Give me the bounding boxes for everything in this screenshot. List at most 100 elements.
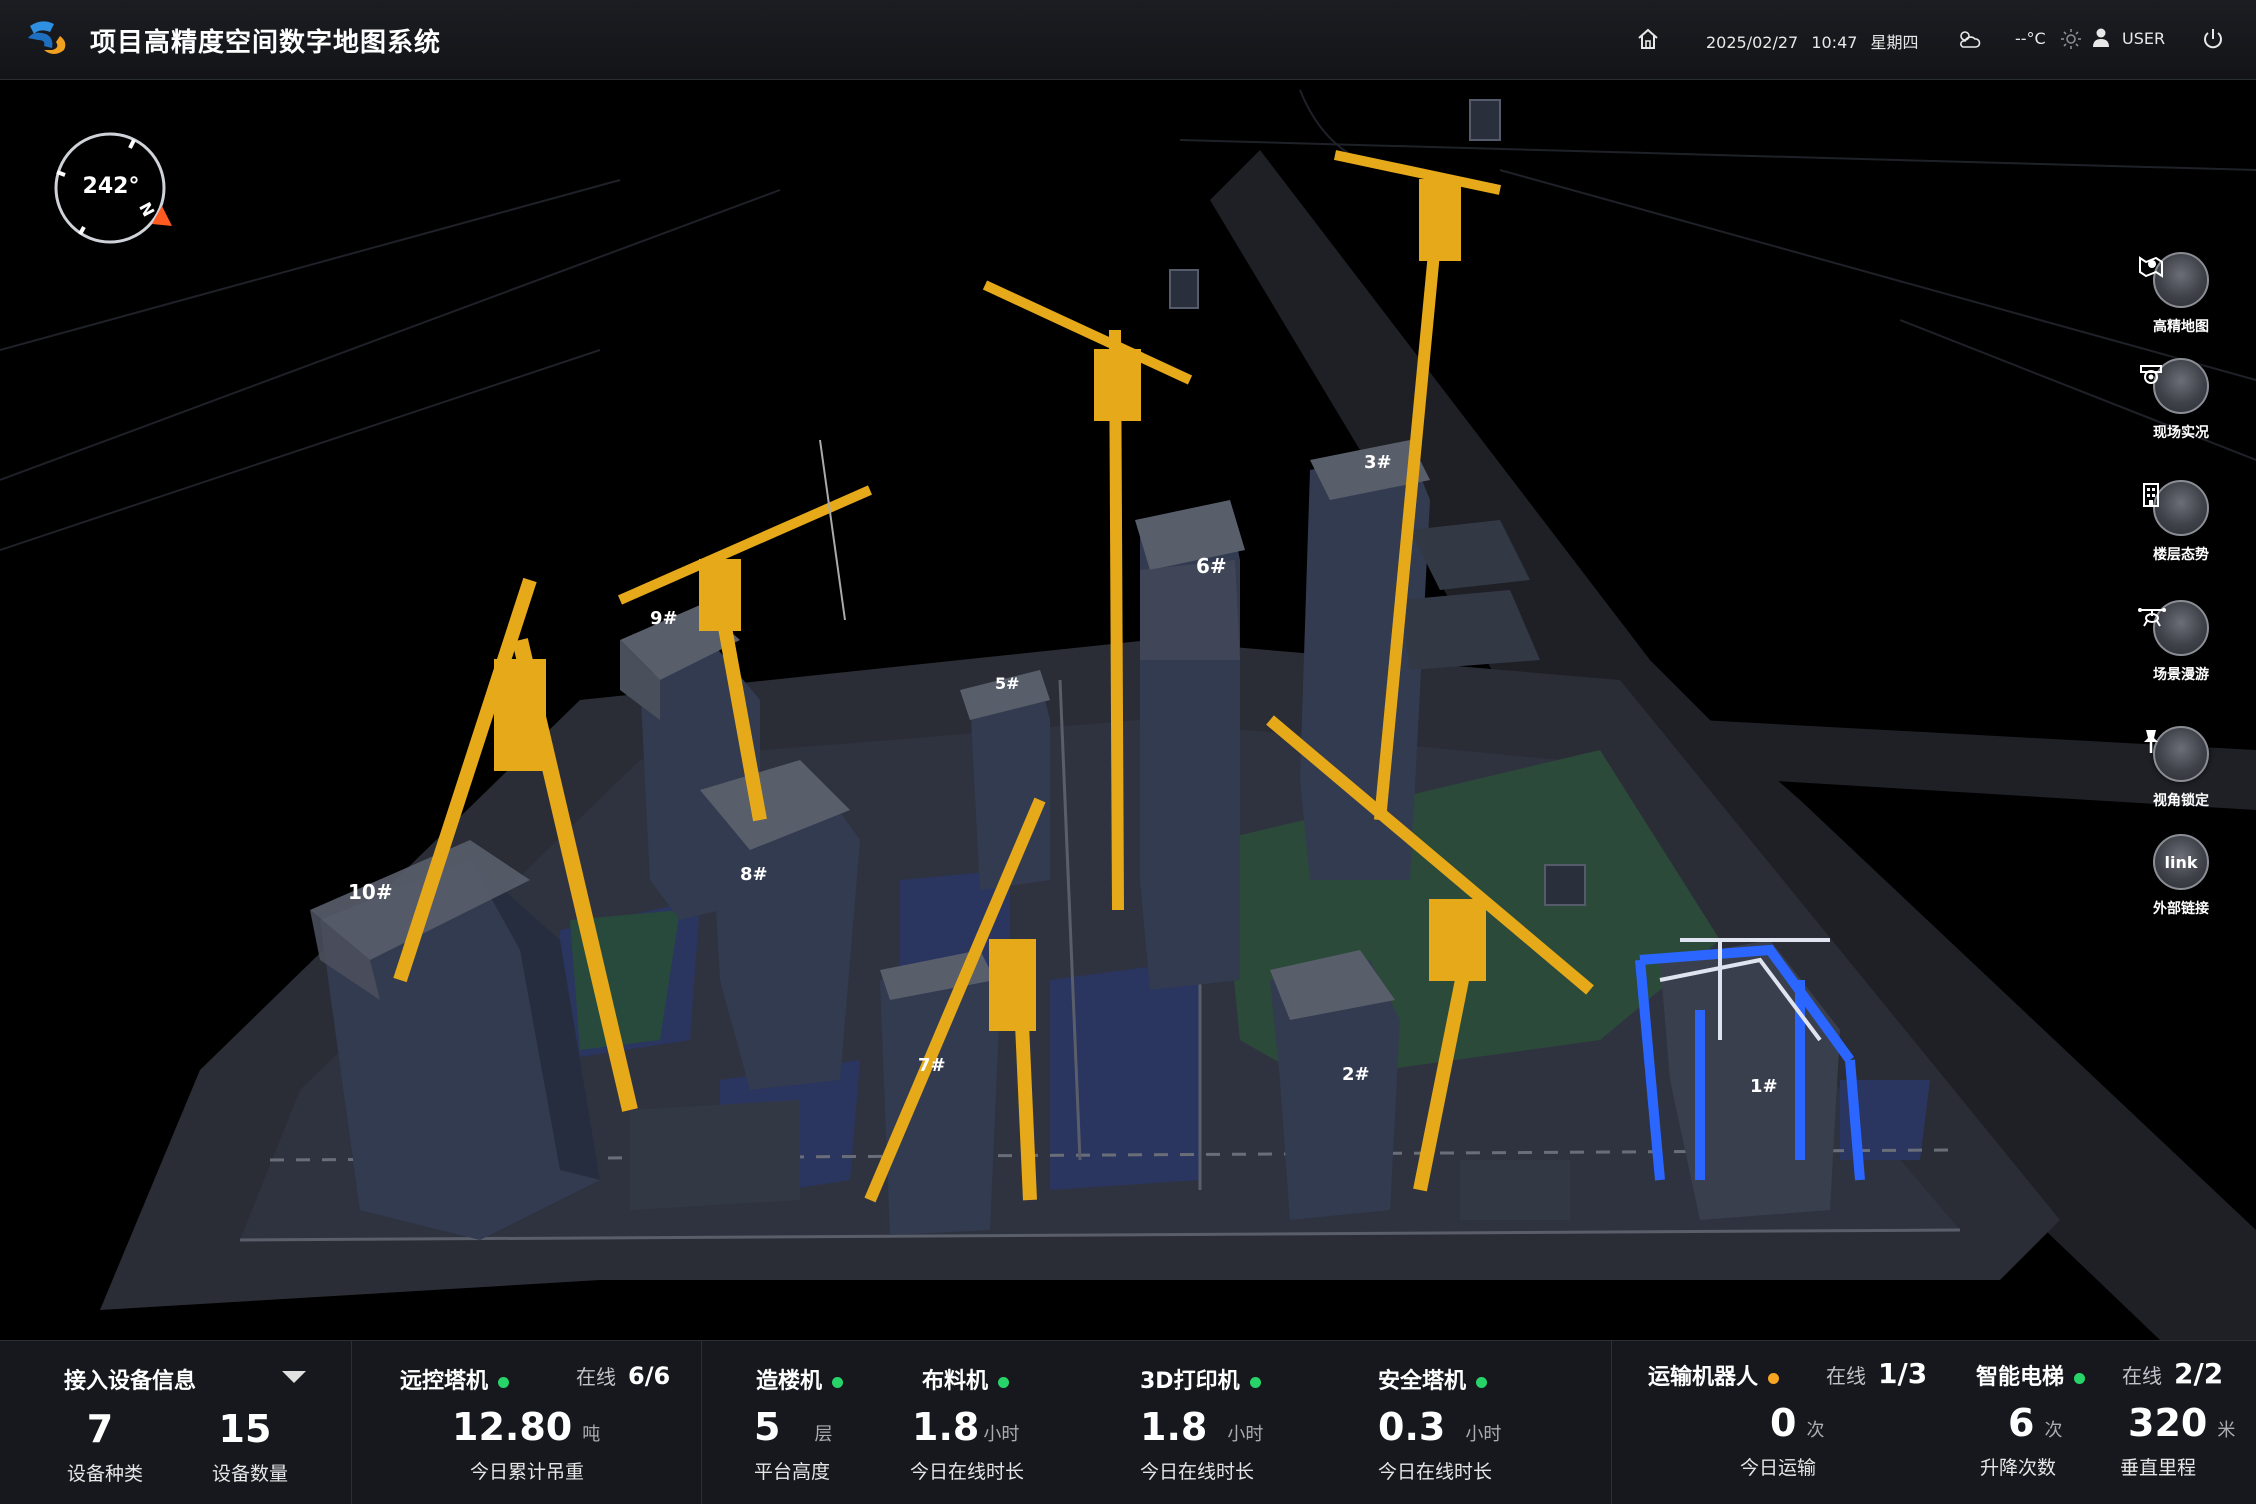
tool-external-link[interactable]: link 外部链接 [2136, 834, 2226, 918]
vertical-distance-value: 320 米 [2128, 1401, 2235, 1445]
online-value: 2/2 [2174, 1357, 2224, 1390]
link-icon[interactable]: link [2153, 834, 2209, 890]
crane-title-text: 远控塔机 [400, 1369, 489, 1394]
lift-count-value: 6次 [2008, 1401, 2062, 1445]
printer-unit: 小时 [1227, 1424, 1264, 1445]
crane-online: 在线 6/6 [576, 1361, 670, 1390]
temperature-text: --°C [2015, 29, 2046, 48]
weather-icon [1956, 27, 1982, 55]
building-2[interactable] [1270, 950, 1400, 1220]
online-label: 在线 [2122, 1364, 2162, 1388]
status-dot [2074, 1372, 2086, 1384]
safety-crane-title-text: 安全塔机 [1378, 1369, 1467, 1394]
panel-robot-elevator: 运输机器人 在线 1/3 0次 今日运输 智能电梯 在线 2/2 6次 升降次数 3… [1612, 1341, 2256, 1504]
crane-hook-line [819, 439, 846, 621]
building-label[interactable]: 6# [1196, 554, 1227, 578]
builder-value: 5层 [754, 1405, 832, 1449]
printer-value: 1.8 小时 [1140, 1405, 1263, 1449]
background-roads [0, 89, 2256, 551]
printer-title: 3D打印机 [1140, 1363, 1261, 1395]
top-header: 项目高精度空间数字地图系统 2025/02/27 10:47 星期四 --°C … [0, 0, 2256, 80]
crane-unit: 吨 [582, 1424, 601, 1445]
pin-icon[interactable] [2144, 726, 2209, 782]
building-6[interactable] [1135, 500, 1245, 990]
map-scene [0, 89, 2256, 1340]
home-icon[interactable] [1636, 27, 1660, 55]
map-icon[interactable] [2139, 252, 2209, 308]
distributor-unit: 小时 [983, 1424, 1020, 1445]
link-icon-text: link [2164, 852, 2198, 872]
building-label[interactable]: 3# [1364, 452, 1392, 473]
crane-title: 远控塔机 [400, 1363, 510, 1395]
status-dot [1768, 1372, 1780, 1384]
building-icon[interactable] [2143, 480, 2209, 536]
tool-hd-map[interactable]: 高精地图 [2136, 252, 2226, 336]
building-7[interactable] [880, 950, 1000, 1235]
compass[interactable]: 242° N [52, 130, 177, 255]
app-title: 项目高精度空间数字地图系统 [90, 28, 442, 58]
robot-online: 在线 1/3 [1826, 1357, 1927, 1390]
tool-floor-status[interactable]: 楼层态势 [2136, 480, 2226, 564]
camera-icon[interactable] [2140, 358, 2209, 414]
elevator-online: 在线 2/2 [2122, 1357, 2223, 1390]
robot-unit: 次 [1806, 1420, 1825, 1441]
crane-value-text: 12.80 [452, 1405, 573, 1449]
tool-live-view[interactable]: 现场实况 [2136, 358, 2226, 442]
robot-label: 今日运输 [1740, 1457, 1817, 1479]
tool-label: 场景漫游 [2153, 667, 2209, 683]
online-label: 在线 [1826, 1364, 1866, 1388]
tool-view-lock[interactable]: 视角锁定 [2136, 726, 2226, 810]
device-types-label: 设备种类 [66, 1463, 143, 1485]
compass-heading: 242° [82, 174, 140, 199]
power-icon[interactable] [2201, 27, 2225, 55]
tool-label: 楼层态势 [2153, 547, 2209, 563]
building-label[interactable]: 7# [918, 1055, 946, 1076]
dist-value-text: 320 [2128, 1401, 2208, 1445]
crane-label: 今日累计吊重 [470, 1461, 585, 1483]
drone-icon[interactable] [2138, 600, 2209, 656]
status-dot [498, 1376, 510, 1388]
user-name[interactable]: USER [2122, 29, 2165, 48]
safety-crane-unit: 小时 [1465, 1424, 1502, 1445]
printer-value-text: 1.8 [1140, 1405, 1208, 1449]
building-label[interactable]: 10# [348, 880, 393, 904]
chevron-down-icon[interactable] [280, 1369, 308, 1389]
online-label: 在线 [576, 1365, 616, 1389]
lift-unit: 次 [2044, 1420, 2063, 1441]
3d-map-view[interactable]: 10# 9# 8# 5# 6# 3# 7# 2# 1# 242° N 高精地图 [0, 80, 2256, 1340]
online-value: 1/3 [1878, 1357, 1928, 1390]
panel-remote-crane: 远控塔机 在线 6/6 12.80 吨 今日累计吊重 [352, 1341, 702, 1504]
builder-title: 造楼机 [756, 1363, 844, 1395]
tool-label: 视角锁定 [2153, 793, 2209, 809]
building-label[interactable]: 1# [1750, 1076, 1778, 1097]
distributor-value: 1.8 小时 [912, 1405, 1019, 1449]
distributor-title: 布料机 [922, 1363, 1010, 1395]
status-dot [832, 1376, 844, 1388]
date-text: 2025/02/27 [1706, 33, 1799, 52]
builder-title-text: 造楼机 [756, 1369, 823, 1394]
lift-count-label: 升降次数 [1980, 1457, 2057, 1479]
panel-devices: 接入设备信息 7 设备种类 15 设备数量 [0, 1341, 352, 1504]
building-label[interactable]: 9# [650, 608, 678, 629]
building-label[interactable]: 2# [1342, 1064, 1370, 1085]
robot-value-text: 0 [1770, 1401, 1797, 1445]
sun-icon [2060, 28, 2082, 54]
tool-scene-tour[interactable]: 场景漫游 [2136, 600, 2226, 684]
elevator-title: 智能电梯 [1976, 1359, 2086, 1391]
printer-title-text: 3D打印机 [1140, 1369, 1240, 1394]
bottom-stats-panel: 接入设备信息 7 设备种类 15 设备数量 远控塔机 在线 6/6 12.80 吨 … [0, 1340, 2256, 1504]
crane-value: 12.80 吨 [452, 1405, 600, 1449]
datetime: 2025/02/27 10:47 星期四 [1706, 29, 1919, 53]
distributor-value-text: 1.8 [912, 1405, 980, 1449]
status-dot [1249, 1376, 1261, 1388]
user-icon[interactable] [2092, 28, 2110, 52]
device-count-label: 设备数量 [211, 1463, 288, 1485]
weekday-text: 星期四 [1870, 33, 1919, 52]
dist-unit: 米 [2217, 1420, 2236, 1441]
building-label[interactable]: 8# [740, 864, 768, 885]
online-value: 6/6 [628, 1362, 671, 1390]
tool-label: 外部链接 [2153, 901, 2209, 917]
building-label[interactable]: 5# [995, 674, 1020, 693]
builder-label: 平台高度 [754, 1461, 831, 1483]
builder-unit: 层 [814, 1424, 833, 1445]
